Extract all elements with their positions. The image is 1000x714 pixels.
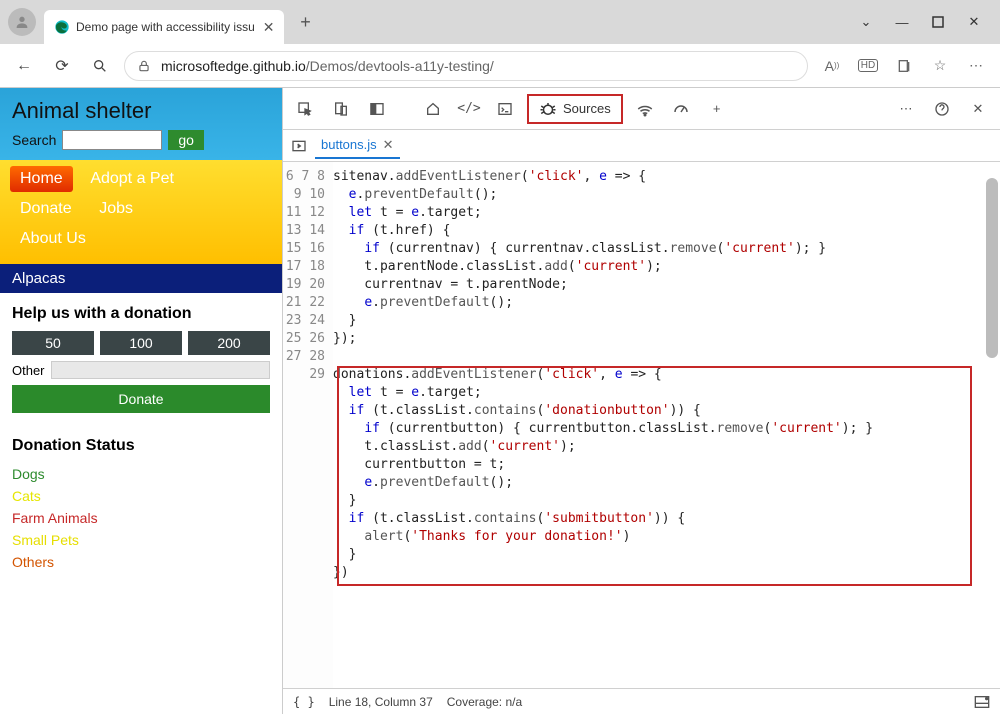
code-content: sitenav.addEventListener('click', e => {… — [333, 162, 1000, 688]
more-icon[interactable]: ⋯ — [962, 52, 990, 80]
tab-sources[interactable]: Sources — [527, 94, 623, 124]
search-input[interactable] — [62, 130, 162, 150]
scrollbar-thumb[interactable] — [986, 178, 998, 358]
amount-200[interactable]: 200 — [188, 331, 270, 355]
tab-title: Demo page with accessibility issu — [76, 20, 255, 34]
welcome-icon[interactable] — [419, 95, 447, 123]
collections-icon[interactable] — [890, 52, 918, 80]
go-button[interactable]: go — [168, 130, 204, 150]
navigator-toggle-icon[interactable] — [291, 138, 307, 154]
search-icon[interactable] — [86, 52, 114, 80]
performance-icon[interactable] — [667, 95, 695, 123]
devtools-statusbar: { } Line 18, Column 37 Coverage: n/a — [283, 688, 1000, 714]
more-tabs-icon[interactable]: + — [703, 95, 731, 123]
search-label: Search — [12, 132, 56, 148]
devtools-tabbar: </> Sources + ⋯ ✕ — [283, 88, 1000, 130]
status-farm[interactable]: Farm Animals — [12, 507, 270, 529]
nav-adopt[interactable]: Adopt a Pet — [80, 166, 184, 192]
address-host: microsoftedge.github.io/Demos/devtools-a… — [161, 58, 494, 74]
address-bar[interactable]: microsoftedge.github.io/Demos/devtools-a… — [124, 51, 808, 81]
dock-icon[interactable] — [363, 95, 391, 123]
other-input[interactable] — [51, 361, 270, 379]
status-small[interactable]: Small Pets — [12, 529, 270, 551]
window-close-button[interactable]: ✕ — [966, 14, 982, 30]
nav-about[interactable]: About Us — [10, 226, 96, 252]
inspect-icon[interactable] — [291, 95, 319, 123]
coverage-status: Coverage: n/a — [447, 695, 522, 709]
browser-tab[interactable]: Demo page with accessibility issu ✕ — [44, 10, 284, 44]
nav-jobs[interactable]: Jobs — [89, 196, 143, 222]
devtools-panel: </> Sources + ⋯ ✕ buttons.js ✕ — [283, 88, 1000, 714]
elements-icon[interactable]: </> — [455, 95, 483, 123]
status-cats[interactable]: Cats — [12, 485, 270, 507]
devtools-more-icon[interactable]: ⋯ — [892, 95, 920, 123]
other-label: Other — [12, 363, 45, 378]
browser-titlebar: Demo page with accessibility issu ✕ + ⌄ … — [0, 0, 1000, 44]
nav-home[interactable]: Home — [10, 166, 73, 192]
browser-toolbar: ← ⟳ microsoftedge.github.io/Demos/devtoo… — [0, 44, 1000, 88]
chevron-down-icon[interactable]: ⌄ — [858, 14, 874, 30]
code-editor[interactable]: 6 7 8 9 10 11 12 13 14 15 16 17 18 19 20… — [283, 162, 1000, 688]
window-minimize-button[interactable]: — — [894, 14, 910, 30]
sources-label: Sources — [563, 101, 611, 116]
show-console-icon[interactable] — [974, 695, 990, 709]
device-icon[interactable] — [327, 95, 355, 123]
back-button[interactable]: ← — [10, 52, 38, 80]
status-dogs[interactable]: Dogs — [12, 463, 270, 485]
file-tab-label: buttons.js — [321, 137, 377, 152]
network-icon[interactable] — [631, 95, 659, 123]
site-nav: Home Adopt a Pet Donate Jobs About Us — [0, 160, 282, 264]
pretty-print-icon[interactable]: { } — [293, 695, 315, 709]
devtools-close-icon[interactable]: ✕ — [964, 95, 992, 123]
new-tab-button[interactable]: + — [290, 7, 320, 37]
cursor-position: Line 18, Column 37 — [329, 695, 433, 709]
tab-close-icon[interactable]: ✕ — [263, 19, 275, 36]
bug-icon — [539, 100, 557, 118]
refresh-button[interactable]: ⟳ — [48, 52, 76, 80]
status-heading: Donation Status — [12, 437, 270, 455]
page-title: Animal shelter — [12, 98, 270, 124]
window-maximize-button[interactable] — [930, 14, 946, 30]
nav-donate[interactable]: Donate — [10, 196, 82, 222]
hd-icon[interactable]: HD — [854, 52, 882, 80]
amount-50[interactable]: 50 — [12, 331, 94, 355]
favorite-icon[interactable]: ☆ — [926, 52, 954, 80]
donate-button[interactable]: Donate — [12, 385, 270, 413]
status-others[interactable]: Others — [12, 551, 270, 573]
file-tab-close-icon[interactable]: ✕ — [383, 137, 394, 153]
profile-icon[interactable] — [8, 8, 36, 36]
donation-heading: Help us with a donation — [12, 305, 270, 323]
file-tabbar: buttons.js ✕ — [283, 130, 1000, 162]
console-icon[interactable] — [491, 95, 519, 123]
file-tab-buttons-js[interactable]: buttons.js ✕ — [315, 133, 400, 159]
amount-100[interactable]: 100 — [100, 331, 182, 355]
read-aloud-icon[interactable]: A)) — [818, 52, 846, 80]
section-alpacas[interactable]: Alpacas — [0, 264, 282, 293]
lock-icon — [137, 59, 151, 73]
line-gutter: 6 7 8 9 10 11 12 13 14 15 16 17 18 19 20… — [283, 162, 333, 688]
rendered-page: Animal shelter Search go Home Adopt a Pe… — [0, 88, 283, 714]
edge-icon — [54, 19, 70, 35]
help-icon[interactable] — [928, 95, 956, 123]
